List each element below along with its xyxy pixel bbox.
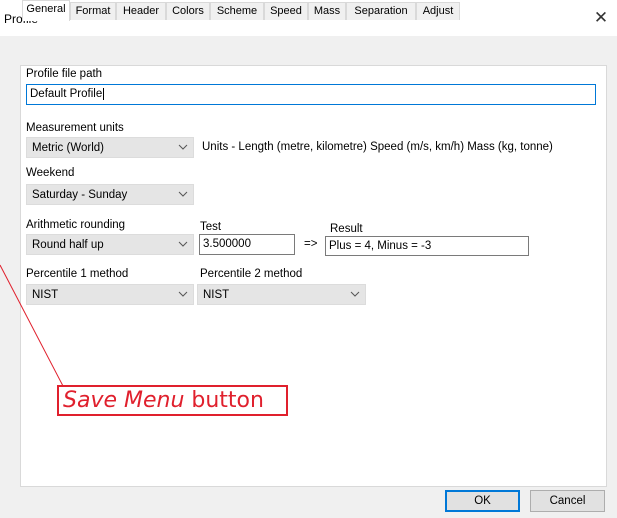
measurement-units-label: Measurement units — [26, 122, 124, 134]
percentile1-label: Percentile 1 method — [26, 268, 129, 280]
tab-label: General — [26, 3, 66, 15]
tab-separation[interactable]: Separation — [346, 2, 416, 20]
percentile1-select[interactable]: NIST — [26, 284, 194, 305]
chevron-down-icon — [350, 291, 360, 297]
cancel-button[interactable]: Cancel — [530, 490, 605, 512]
callout-text: button — [184, 388, 264, 413]
tab-scheme[interactable]: Scheme — [210, 2, 264, 20]
profile-path-value: Default Profile — [30, 88, 103, 100]
tab-mass[interactable]: Mass — [308, 2, 346, 20]
ok-button[interactable]: OK — [445, 490, 520, 512]
callout-emphasis: Save Menu — [63, 388, 185, 413]
result-value: Plus = 4, Minus = -3 — [329, 240, 432, 252]
tab-label: Format — [75, 5, 111, 17]
rounding-select[interactable]: Round half up — [26, 234, 194, 255]
test-label: Test — [200, 221, 222, 233]
percentile1-value: NIST — [32, 289, 59, 301]
tab-header[interactable]: Header — [116, 2, 166, 20]
weekend-value: Saturday - Sunday — [32, 189, 128, 201]
profile-path-label: Profile file path — [26, 68, 103, 80]
measurement-units-description: Units - Length (metre, kilometre) Speed … — [202, 141, 553, 153]
percentile2-label: Percentile 2 method — [200, 268, 303, 280]
tab-label: Scheme — [216, 5, 258, 17]
tab-format[interactable]: Format — [70, 2, 116, 20]
result-arrow: => — [304, 238, 318, 250]
percentile2-value: NIST — [203, 289, 230, 301]
tab-general[interactable]: General — [22, 0, 70, 21]
tab-speed[interactable]: Speed — [264, 2, 308, 20]
result-label: Result — [330, 223, 363, 235]
chevron-down-icon — [178, 191, 188, 197]
tab-adjust[interactable]: Adjust — [416, 2, 460, 20]
weekend-select[interactable]: Saturday - Sunday — [26, 184, 194, 205]
rounding-value: Round half up — [32, 239, 104, 251]
test-input[interactable]: 3.500000 — [199, 234, 295, 255]
save-menu-callout: Save Menu button — [57, 385, 288, 416]
tab-label: Header — [122, 5, 160, 17]
chevron-down-icon — [178, 144, 188, 150]
tab-label: Adjust — [422, 5, 454, 17]
measurement-units-value: Metric (World) — [32, 142, 104, 154]
result-field: Plus = 4, Minus = -3 — [325, 236, 529, 256]
measurement-units-select[interactable]: Metric (World) — [26, 137, 194, 158]
tab-label: Mass — [313, 5, 341, 17]
test-value: 3.500000 — [203, 238, 251, 250]
chevron-down-icon — [178, 291, 188, 297]
tab-label: Separation — [354, 5, 408, 17]
tab-label: Speed — [270, 5, 302, 17]
rounding-label: Arithmetic rounding — [26, 219, 126, 231]
tab-colors[interactable]: Colors — [166, 2, 210, 20]
tab-label: Colors — [172, 5, 204, 17]
chevron-down-icon — [178, 241, 188, 247]
profile-path-input[interactable]: Default Profile — [26, 84, 596, 105]
weekend-label: Weekend — [26, 167, 75, 179]
close-icon[interactable]: ✕ — [592, 8, 610, 28]
percentile2-select[interactable]: NIST — [197, 284, 366, 305]
